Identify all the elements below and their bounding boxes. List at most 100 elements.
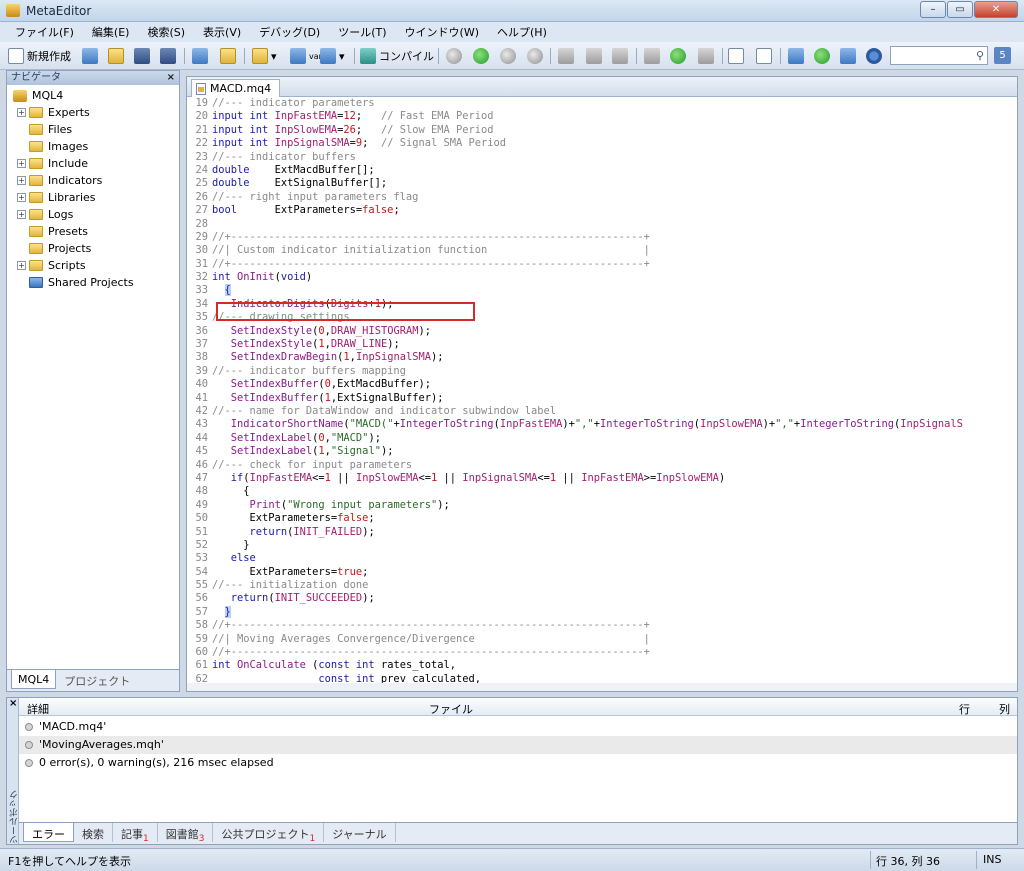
code-line[interactable]: 28 [187, 218, 1017, 231]
expand-icon[interactable]: + [17, 108, 26, 117]
tree-item-files[interactable]: Files [7, 121, 179, 138]
code-line[interactable]: 58 //+-----------------------------------… [187, 619, 1017, 632]
horizontal-scrollbar[interactable] [187, 683, 1017, 691]
code-line[interactable]: 53 else [187, 552, 1017, 565]
market-button[interactable] [814, 47, 830, 65]
run-to-cursor-button[interactable] [670, 47, 686, 65]
code-line[interactable]: 57 } [187, 605, 1017, 619]
save-button[interactable] [134, 47, 150, 65]
expand-icon[interactable]: + [17, 193, 26, 202]
expand-icon[interactable]: + [17, 159, 26, 168]
tree-item-presets[interactable]: Presets [7, 223, 179, 240]
expand-icon[interactable]: + [17, 261, 26, 270]
menu-item[interactable]: 検索(S) [138, 24, 194, 40]
notification-badge[interactable]: 5 [994, 47, 1011, 64]
code-line[interactable]: 51 return(INIT_FAILED); [187, 526, 1017, 539]
column-col[interactable]: 列 [999, 701, 1010, 717]
step-over-button[interactable] [586, 47, 602, 65]
tree-item-scripts[interactable]: + Scripts [7, 257, 179, 274]
debug-stop-button[interactable] [527, 47, 543, 65]
code-line[interactable]: 19 //--- indicator parameters [187, 97, 1017, 110]
code-line[interactable]: 49 Print("Wrong input parameters"); [187, 499, 1017, 512]
message-row[interactable]: 'MACD.mq4' [19, 718, 1017, 736]
menu-item[interactable]: 編集(E) [83, 24, 139, 40]
code-line[interactable]: 38 SetIndexDrawBegin(1,InpSignalSMA); [187, 351, 1017, 364]
column-row[interactable]: 行 [959, 701, 970, 717]
insert-var-button[interactable]: var [290, 47, 322, 65]
toolbox-tab[interactable]: 記事1 [113, 823, 158, 844]
search-input[interactable]: ⚲ [890, 46, 988, 65]
code-line[interactable]: 56 return(INIT_SUCCEEDED); [187, 592, 1017, 605]
code-line[interactable]: 24 double ExtMacdBuffer[]; [187, 164, 1017, 177]
tree-root-mql4[interactable]: MQL4 [7, 87, 179, 104]
code-line[interactable]: 40 SetIndexBuffer(0,ExtMacdBuffer); [187, 378, 1017, 391]
code-line[interactable]: 36 SetIndexStyle(0,DRAW_HISTOGRAM); [187, 325, 1017, 338]
expand-icon[interactable]: + [17, 210, 26, 219]
close-button[interactable]: ✕ [974, 1, 1018, 18]
find-in-files-button[interactable] [756, 47, 772, 65]
expand-icon[interactable]: + [17, 176, 26, 185]
column-file[interactable]: ファイル [429, 701, 473, 717]
code-line[interactable]: 26 //--- right input parameters flag [187, 191, 1017, 204]
debug-start-history-button[interactable] [446, 47, 462, 65]
maximize-button[interactable]: ▭ [947, 1, 973, 18]
message-row[interactable]: 0 error(s), 0 warning(s), 216 msec elaps… [19, 754, 1017, 772]
code-line[interactable]: 54 ExtParameters=true; [187, 566, 1017, 579]
navigator-close-button[interactable]: × [167, 71, 175, 85]
tree-item-shared-projects[interactable]: Shared Projects [7, 274, 179, 291]
code-line[interactable]: 20 input int InpFastEMA=12; // Fast EMA P… [187, 110, 1017, 123]
code-line[interactable]: 21 input int InpSlowEMA=26; // Slow EMA P… [187, 124, 1017, 137]
code-line[interactable]: 61 int OnCalculate (const int rates_total… [187, 659, 1017, 672]
tab-mql4[interactable]: MQL4 [11, 670, 57, 689]
tree-item-libraries[interactable]: + Libraries [7, 189, 179, 206]
code-line[interactable]: 39 //--- indicator buffers mapping [187, 365, 1017, 378]
code-line[interactable]: 52 } [187, 539, 1017, 552]
toolbox-close-button[interactable]: × [9, 698, 17, 709]
pen-tool-button[interactable] [788, 47, 804, 65]
breakpoint-button[interactable] [644, 47, 660, 65]
remove-breakpoints-button[interactable] [698, 47, 714, 65]
settings-button[interactable] [866, 47, 882, 65]
debug-start-button[interactable] [473, 47, 489, 65]
code-line[interactable]: 55 //--- initialization done [187, 579, 1017, 592]
compile-button[interactable]: コンパイル [360, 47, 434, 65]
tab-project[interactable]: プロジェクト [58, 670, 137, 689]
toolbox-tab[interactable]: 図書館3 [158, 823, 214, 844]
toolbox-tab[interactable]: ジャーナル [324, 823, 396, 842]
code-line[interactable]: 37 SetIndexStyle(1,DRAW_LINE); [187, 338, 1017, 351]
editor-tab-macd[interactable]: MACD.mq4 [191, 79, 281, 97]
navigator-toggle-button[interactable] [192, 47, 208, 65]
tree-item-images[interactable]: Images [7, 138, 179, 155]
code-area[interactable]: 19//--- indicator parameters 20 input int … [187, 97, 1017, 691]
minimize-button[interactable]: – [920, 1, 946, 18]
code-line[interactable]: 30 //| Custom indicator initialization fu… [187, 244, 1017, 257]
code-line[interactable]: 42//--- name for DataWindow and indicato… [187, 405, 1017, 418]
toolbox-toggle-button[interactable] [220, 47, 236, 65]
code-line[interactable]: 50 ExtParameters=false; [187, 512, 1017, 525]
code-line[interactable]: 46 //--- check for input parameters [187, 459, 1017, 472]
tree-item-include[interactable]: + Include [7, 155, 179, 172]
tree-item-indicators[interactable]: + Indicators [7, 172, 179, 189]
code-line[interactable]: 31 //+-----------------------------------… [187, 258, 1017, 271]
code-line[interactable]: 23 //--- indicator buffers [187, 151, 1017, 164]
code-line[interactable]: 32 int OnInit(void) [187, 271, 1017, 284]
code-line[interactable]: 44 SetIndexLabel(0,"MACD"); [187, 432, 1017, 445]
toolbox-tab[interactable]: 検索 [74, 823, 113, 842]
step-out-button[interactable] [612, 47, 628, 65]
toolbox-tab[interactable]: エラー [23, 823, 74, 842]
code-line[interactable]: 43 IndicatorShortName("MACD("+IntegerToS… [187, 418, 1017, 431]
debug-pause-button[interactable] [500, 47, 516, 65]
terminal-button[interactable] [840, 47, 856, 65]
code-line[interactable]: 48 { [187, 485, 1017, 498]
menu-item[interactable]: ファイル(F) [6, 24, 83, 40]
menu-item[interactable]: ウインドウ(W) [396, 24, 488, 40]
save-all-button[interactable] [160, 47, 176, 65]
styler-button[interactable]: ▾ [252, 47, 277, 65]
column-detail[interactable]: 詳細 [27, 701, 49, 717]
menu-item[interactable]: 表示(V) [194, 24, 250, 40]
tree-item-logs[interactable]: + Logs [7, 206, 179, 223]
step-into-button[interactable] [558, 47, 574, 65]
code-line[interactable]: 22 input int InpSignalSMA=9; // Signal SM… [187, 137, 1017, 150]
insert-function-button[interactable]: ▾ [320, 47, 345, 65]
code-line[interactable]: 41 SetIndexBuffer(1,ExtSignalBuffer); [187, 392, 1017, 405]
